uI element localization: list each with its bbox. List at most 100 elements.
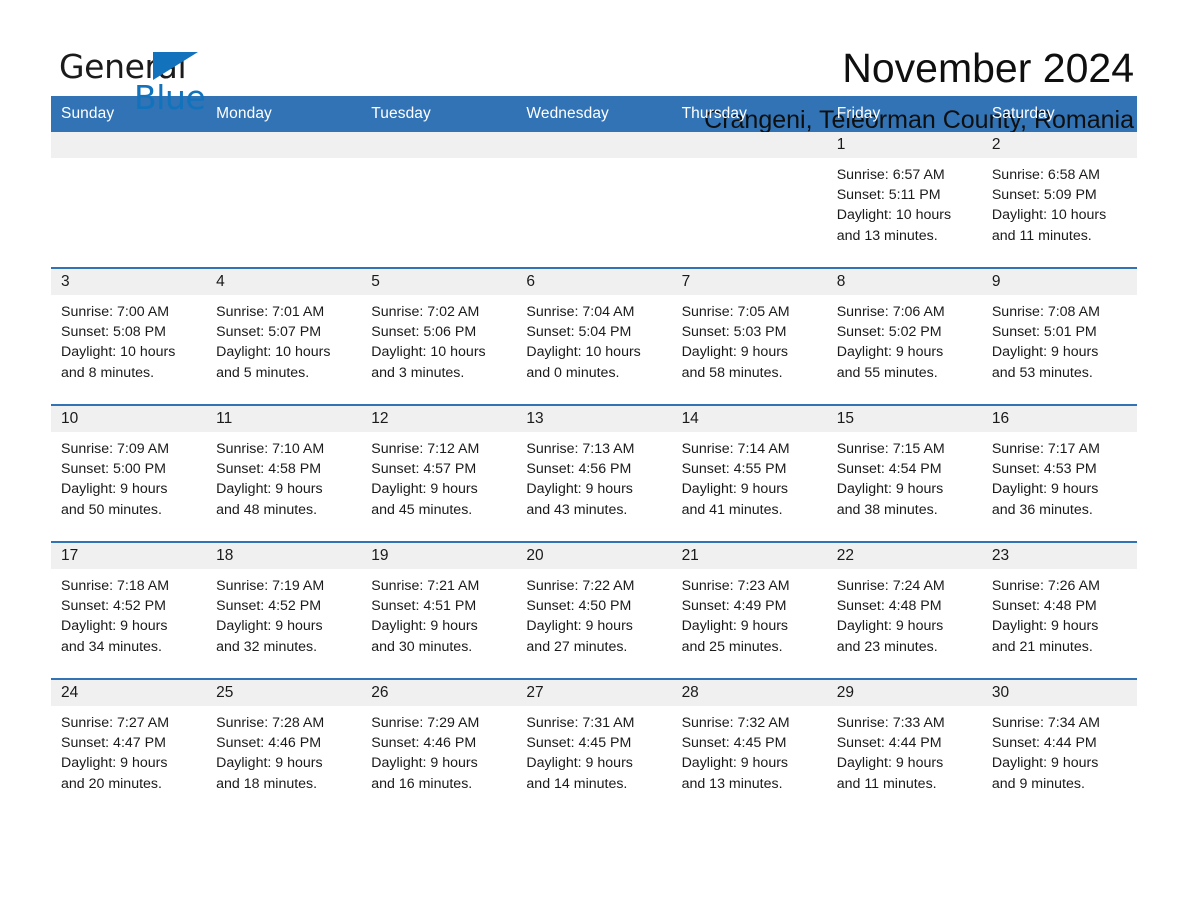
calendar-day[interactable]: 23 Sunrise: 7:26 AM Sunset: 4:48 PM Dayligh…	[981, 543, 1137, 678]
calendar-cell: 18 Sunrise: 7:19 AM Sunset: 4:52 PM Dayligh…	[206, 541, 362, 679]
calendar-cell: 30 Sunrise: 7:34 AM Sunset: 4:44 PM Dayligh…	[981, 678, 1137, 815]
day-number: 17	[51, 543, 207, 569]
calendar-day[interactable]: 25 Sunrise: 7:28 AM Sunset: 4:46 PM Dayligh…	[206, 680, 362, 815]
daylight-duration-line-2: and 11 minutes.	[836, 775, 937, 792]
calendar-day[interactable]: 28 Sunrise: 7:32 AM Sunset: 4:45 PM Dayligh…	[671, 680, 827, 815]
daylight-duration-line-2: and 9 minutes.	[991, 775, 1085, 792]
sunrise-time: Sunrise: 7:08 AM	[991, 304, 1100, 320]
sunrise-time: Sunrise: 7:09 AM	[61, 441, 170, 457]
daylight-duration-line-2: and 14 minutes.	[526, 775, 628, 792]
daylight-duration-line-1: Daylight: 9 hours	[681, 344, 789, 361]
day-sun-info: Sunrise: 7:13 AM Sunset: 4:56 PM Daylight:…	[516, 432, 671, 520]
sunset-time: Sunset: 5:00 PM	[61, 461, 166, 478]
day-sun-info: Sunrise: 7:33 AM Sunset: 4:44 PM Daylight:…	[827, 706, 982, 794]
sunset-time: Sunset: 5:04 PM	[526, 324, 632, 341]
calendar-cell: 28 Sunrise: 7:32 AM Sunset: 4:45 PM Dayligh…	[671, 678, 827, 815]
sunset-time: Sunset: 4:50 PM	[526, 598, 632, 615]
daylight-duration-line-2: and 13 minutes.	[681, 775, 783, 792]
general-blue-logo[interactable]: General Blue	[59, 44, 209, 116]
day-number: 5	[361, 269, 517, 295]
sunrise-time: Sunrise: 7:26 AM	[991, 578, 1100, 594]
day-sun-info: Sunrise: 7:22 AM Sunset: 4:50 PM Daylight:…	[516, 569, 671, 657]
daylight-duration-line-1: Daylight: 9 hours	[371, 618, 478, 635]
sunrise-time: Sunrise: 7:28 AM	[216, 715, 325, 731]
sunset-time: Sunset: 4:51 PM	[371, 598, 477, 615]
calendar-day[interactable]: 8 Sunrise: 7:06 AM Sunset: 5:02 PM Daylight…	[826, 269, 982, 404]
daylight-duration-line-1: Daylight: 9 hours	[526, 618, 633, 635]
calendar-day[interactable]: 5 Sunrise: 7:02 AM Sunset: 5:06 PM Daylight…	[361, 269, 517, 404]
calendar-cell: 17 Sunrise: 7:18 AM Sunset: 4:52 PM Dayligh…	[51, 541, 207, 679]
logo-text-blue: Blue	[134, 78, 206, 117]
day-sun-info: Sunrise: 7:18 AM Sunset: 4:52 PM Daylight:…	[51, 569, 206, 657]
calendar-day[interactable]: 14 Sunrise: 7:14 AM Sunset: 4:55 PM Dayligh…	[671, 406, 827, 541]
calendar-cell	[516, 132, 672, 268]
daylight-duration-line-1: Daylight: 9 hours	[991, 618, 1099, 635]
calendar-day[interactable]: 2 Sunrise: 6:58 AM Sunset: 5:09 PM Daylight…	[981, 132, 1137, 267]
day-number: 30	[981, 680, 1137, 706]
calendar-day[interactable]: 30 Sunrise: 7:34 AM Sunset: 4:44 PM Dayligh…	[981, 680, 1137, 815]
day-number: 4	[206, 269, 362, 295]
sunset-time: Sunset: 4:57 PM	[371, 461, 477, 478]
sunset-time: Sunset: 5:09 PM	[991, 187, 1097, 204]
calendar-day[interactable]: 11 Sunrise: 7:10 AM Sunset: 4:58 PM Dayligh…	[206, 406, 362, 541]
day-sun-info: Sunrise: 6:58 AM Sunset: 5:09 PM Daylight:…	[982, 158, 1137, 246]
calendar-day[interactable]: 9 Sunrise: 7:08 AM Sunset: 5:01 PM Daylight…	[981, 269, 1137, 404]
calendar-day[interactable]: 18 Sunrise: 7:19 AM Sunset: 4:52 PM Dayligh…	[206, 543, 362, 678]
calendar-day[interactable]: 17 Sunrise: 7:18 AM Sunset: 4:52 PM Dayligh…	[51, 543, 207, 678]
calendar-day-empty	[361, 132, 517, 267]
calendar-week-row: 10 Sunrise: 7:09 AM Sunset: 5:00 PM Dayligh…	[51, 404, 1137, 542]
sunset-time: Sunset: 4:54 PM	[836, 461, 942, 478]
calendar-page: General Blue November 2024 Crangeni, Tel…	[0, 0, 1188, 918]
calendar-cell: 6 Sunrise: 7:04 AM Sunset: 5:04 PM Daylight…	[516, 267, 672, 405]
day-sun-info: Sunrise: 7:34 AM Sunset: 4:44 PM Daylight:…	[982, 706, 1137, 794]
daylight-duration-line-1: Daylight: 9 hours	[836, 755, 944, 772]
daylight-duration-line-1: Daylight: 9 hours	[991, 481, 1099, 498]
sunset-time: Sunset: 4:45 PM	[526, 735, 632, 752]
daylight-duration-line-1: Daylight: 9 hours	[991, 755, 1099, 772]
day-sun-info: Sunrise: 7:29 AM Sunset: 4:46 PM Daylight:…	[361, 706, 516, 794]
daylight-duration-line-2: and 36 minutes.	[991, 501, 1093, 518]
calendar-day[interactable]: 6 Sunrise: 7:04 AM Sunset: 5:04 PM Daylight…	[516, 269, 672, 404]
sunset-time: Sunset: 5:08 PM	[61, 324, 166, 341]
sunrise-time: Sunrise: 7:21 AM	[371, 578, 480, 594]
calendar-day[interactable]: 3 Sunrise: 7:00 AM Sunset: 5:08 PM Daylight…	[51, 269, 207, 404]
calendar-day[interactable]: 20 Sunrise: 7:22 AM Sunset: 4:50 PM Dayligh…	[516, 543, 672, 678]
calendar-day[interactable]: 27 Sunrise: 7:31 AM Sunset: 4:45 PM Dayligh…	[516, 680, 672, 815]
calendar-day[interactable]: 26 Sunrise: 7:29 AM Sunset: 4:46 PM Dayligh…	[361, 680, 517, 815]
calendar-day[interactable]: 29 Sunrise: 7:33 AM Sunset: 4:44 PM Dayligh…	[826, 680, 982, 815]
calendar-cell: 13 Sunrise: 7:13 AM Sunset: 4:56 PM Dayligh…	[516, 404, 672, 542]
calendar-day[interactable]: 21 Sunrise: 7:23 AM Sunset: 4:49 PM Dayligh…	[671, 543, 827, 678]
calendar-day[interactable]: 16 Sunrise: 7:17 AM Sunset: 4:53 PM Dayligh…	[981, 406, 1137, 541]
day-number: 28	[671, 680, 827, 706]
calendar-day[interactable]: 13 Sunrise: 7:13 AM Sunset: 4:56 PM Dayligh…	[516, 406, 672, 541]
sunrise-time: Sunrise: 6:57 AM	[836, 167, 945, 183]
calendar-day[interactable]: 15 Sunrise: 7:15 AM Sunset: 4:54 PM Dayligh…	[826, 406, 982, 541]
day-sun-info: Sunrise: 7:02 AM Sunset: 5:06 PM Daylight:…	[361, 295, 516, 383]
day-number: 1	[826, 132, 982, 158]
calendar-cell: 5 Sunrise: 7:02 AM Sunset: 5:06 PM Daylight…	[361, 267, 517, 405]
calendar-day[interactable]: 4 Sunrise: 7:01 AM Sunset: 5:07 PM Daylight…	[206, 269, 362, 404]
calendar-day[interactable]: 7 Sunrise: 7:05 AM Sunset: 5:03 PM Daylight…	[671, 269, 827, 404]
day-number	[51, 132, 207, 158]
sunrise-time: Sunrise: 7:14 AM	[681, 441, 790, 457]
sunset-time: Sunset: 4:48 PM	[836, 598, 942, 615]
sunset-time: Sunset: 4:55 PM	[681, 461, 787, 478]
sunrise-time: Sunrise: 7:06 AM	[836, 304, 945, 320]
daylight-duration-line-1: Daylight: 10 hours	[526, 344, 641, 361]
calendar-day[interactable]: 22 Sunrise: 7:24 AM Sunset: 4:48 PM Dayligh…	[826, 543, 982, 678]
calendar-cell: 29 Sunrise: 7:33 AM Sunset: 4:44 PM Dayligh…	[826, 678, 982, 815]
sunrise-time: Sunrise: 7:01 AM	[216, 304, 325, 320]
sunset-time: Sunset: 4:49 PM	[681, 598, 787, 615]
calendar-day[interactable]: 19 Sunrise: 7:21 AM Sunset: 4:51 PM Dayligh…	[361, 543, 517, 678]
daylight-duration-line-2: and 18 minutes.	[216, 775, 318, 792]
calendar-day[interactable]: 10 Sunrise: 7:09 AM Sunset: 5:00 PM Dayligh…	[51, 406, 207, 541]
sunset-time: Sunset: 5:06 PM	[371, 324, 477, 341]
calendar-day[interactable]: 24 Sunrise: 7:27 AM Sunset: 4:47 PM Dayligh…	[51, 680, 207, 815]
calendar-day[interactable]: 1 Sunrise: 6:57 AM Sunset: 5:11 PM Daylight…	[826, 132, 982, 267]
calendar-day[interactable]: 12 Sunrise: 7:12 AM Sunset: 4:57 PM Dayligh…	[361, 406, 517, 541]
day-number: 22	[826, 543, 982, 569]
daylight-duration-line-2: and 16 minutes.	[371, 775, 473, 792]
daylight-duration-line-2: and 55 minutes.	[836, 364, 938, 381]
calendar-cell: 9 Sunrise: 7:08 AM Sunset: 5:01 PM Daylight…	[981, 267, 1137, 405]
calendar-cell: 10 Sunrise: 7:09 AM Sunset: 5:00 PM Dayligh…	[51, 404, 207, 542]
